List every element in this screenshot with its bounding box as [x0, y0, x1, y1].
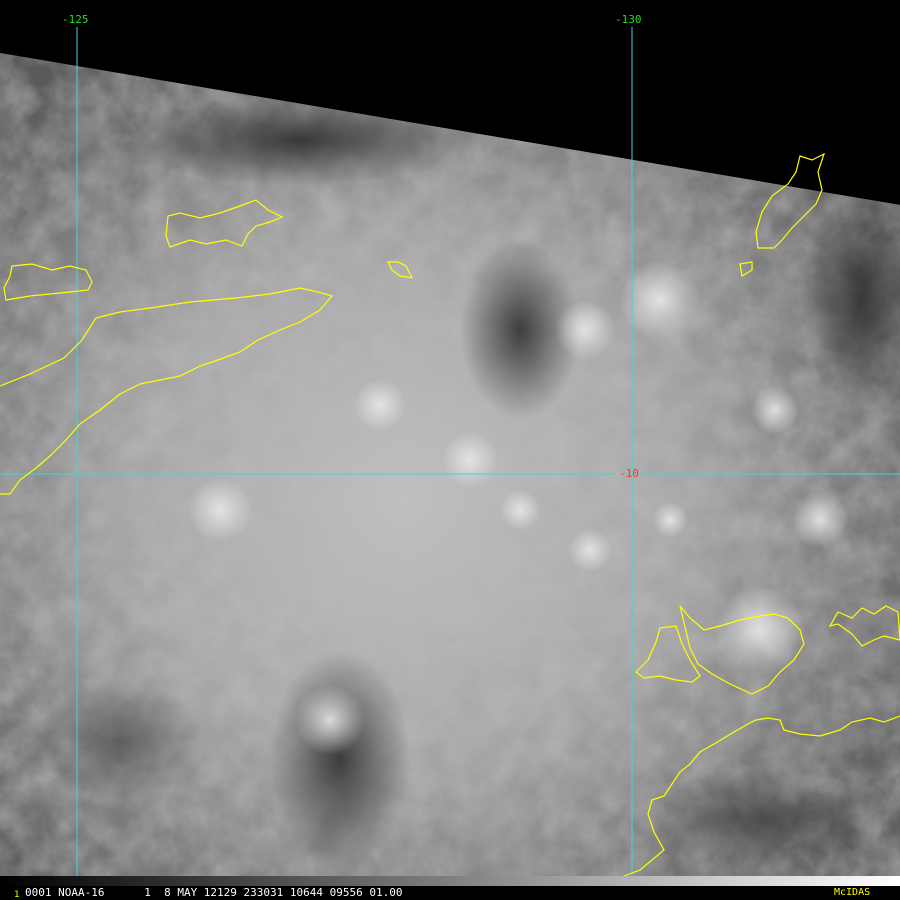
longitude-label: -125 [62, 13, 89, 26]
cloud-field [0, 53, 900, 876]
mcidas-logo: McIDAS [834, 887, 871, 898]
frame-number: 1 [14, 890, 20, 900]
longitude-label: -130 [615, 13, 642, 26]
image-info-line: 0001 NOAA-16 1 8 MAY 12129 233031 10644 … [25, 886, 403, 899]
grey-scale-ramp [0, 876, 900, 886]
latitude-label: -10 [619, 467, 639, 480]
satellite-imagery [0, 27, 900, 886]
satellite-image-viewer: -125 -130 -10 1 0001 NOAA-16 1 8 MAY 121… [0, 0, 900, 900]
